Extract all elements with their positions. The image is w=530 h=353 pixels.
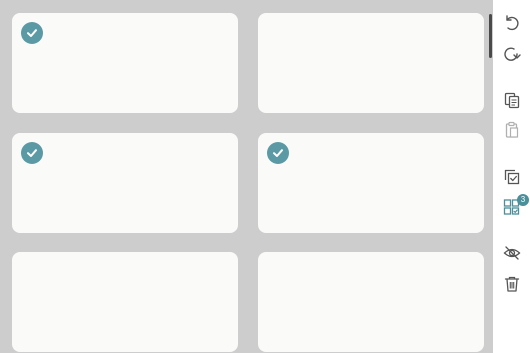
card-grid xyxy=(0,0,493,353)
copy-icon xyxy=(504,92,519,109)
selected-items-button[interactable]: 3 xyxy=(493,194,530,220)
selected-check-icon xyxy=(267,142,289,164)
copy-button[interactable] xyxy=(493,87,530,113)
paste-button[interactable] xyxy=(493,117,530,143)
delete-button[interactable] xyxy=(493,271,530,297)
card-2[interactable] xyxy=(258,13,484,113)
selected-count-badge: 3 xyxy=(517,194,529,206)
hide-button[interactable] xyxy=(493,240,530,266)
trash-icon xyxy=(504,276,519,292)
card-1[interactable] xyxy=(12,13,238,113)
redo-button[interactable] xyxy=(493,41,530,67)
undo-button[interactable] xyxy=(493,10,530,36)
selected-check-icon xyxy=(21,142,43,164)
eye-slash-icon xyxy=(503,246,520,260)
card-5[interactable] xyxy=(12,252,238,352)
select-box-icon xyxy=(504,169,519,185)
undo-icon xyxy=(505,15,519,31)
select-box-button[interactable] xyxy=(493,164,530,190)
card-3[interactable] xyxy=(12,133,238,233)
selected-check-icon xyxy=(21,22,43,44)
card-6[interactable] xyxy=(258,252,484,352)
paste-icon xyxy=(505,121,518,138)
side-toolbar: 3 xyxy=(493,0,530,353)
redo-icon xyxy=(503,47,521,61)
scrollbar-thumb[interactable] xyxy=(489,14,492,58)
card-4[interactable] xyxy=(258,133,484,233)
